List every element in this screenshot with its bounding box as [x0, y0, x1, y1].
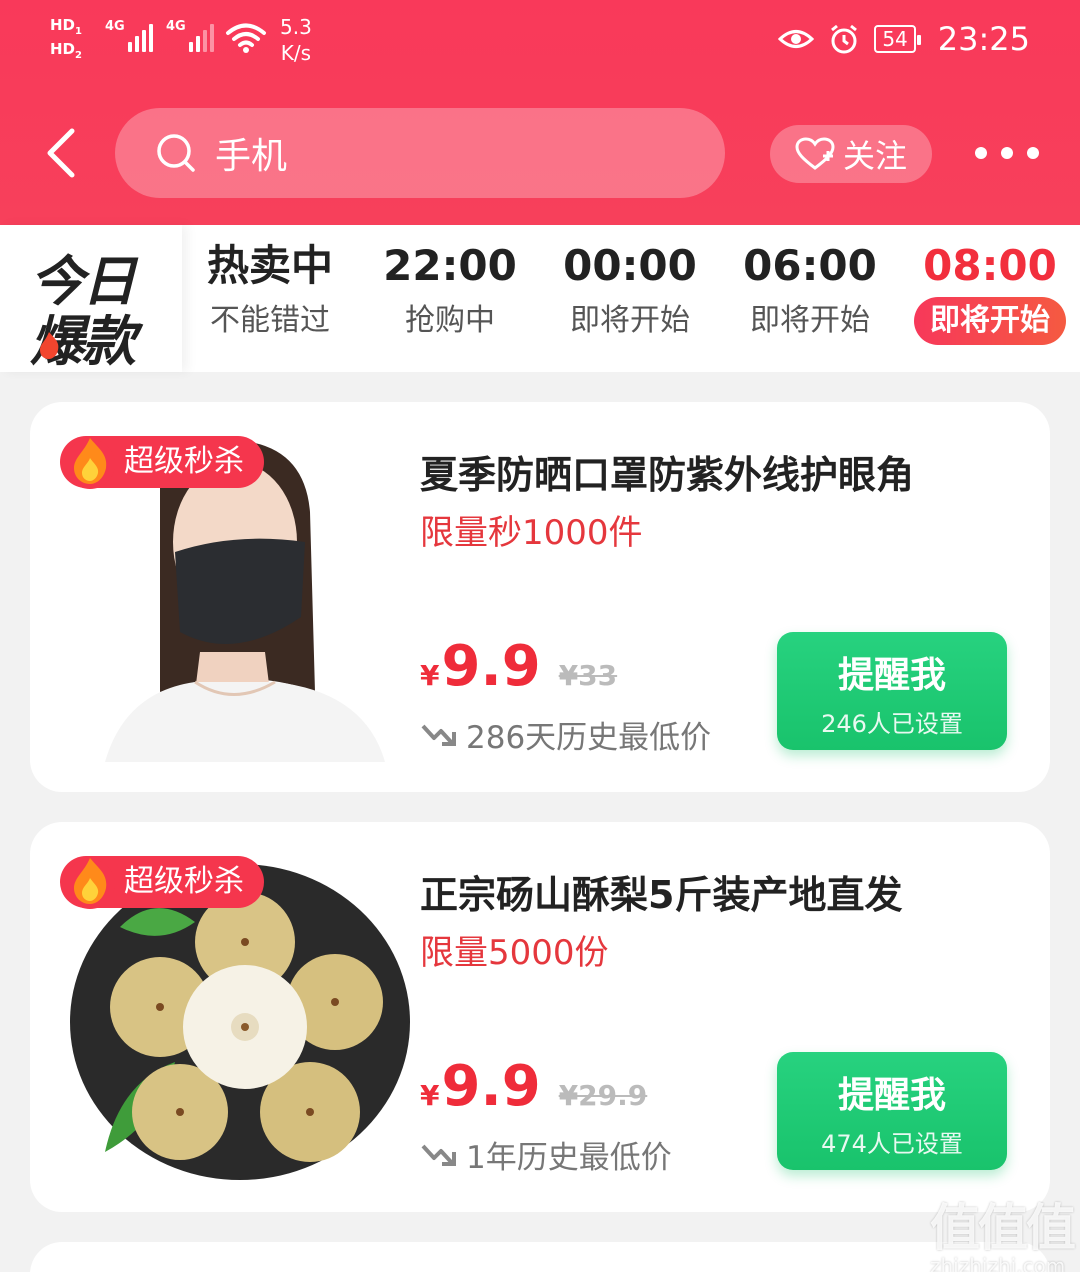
wifi-icon — [226, 23, 266, 53]
hd2-label: HD — [50, 40, 76, 58]
original-price: ¥29.9 — [558, 1079, 648, 1112]
search-icon — [157, 134, 195, 172]
fire-icon — [65, 858, 115, 909]
signal-2: 4G — [166, 18, 214, 52]
tab-0600[interactable]: 06:00 即将开始 — [725, 239, 895, 345]
currency-symbol: ¥ — [420, 1079, 440, 1112]
watermark-site: zhizhizhi.com — [930, 1254, 1066, 1272]
price-history: 1年历史最低价 — [420, 1132, 672, 1177]
price-history: 286天历史最低价 — [420, 712, 711, 757]
watermark-logo: 值值值 — [930, 1199, 1076, 1257]
flash-sale-badge: 超级秒杀 — [60, 856, 264, 909]
tab-0000[interactable]: 00:00 即将开始 — [545, 239, 715, 345]
tab-2200[interactable]: 22:00 抢购中 — [365, 239, 535, 345]
hd-indicators: HD1 HD2 — [50, 16, 82, 61]
signal-1: 4G — [105, 18, 153, 52]
follow-button[interactable]: 关注 — [770, 125, 932, 183]
back-icon[interactable] — [40, 125, 84, 181]
product-limit: 限量秒1000件 — [420, 513, 643, 553]
net1-label: 4G — [105, 19, 125, 34]
time-tabs: 今日 爆款 热卖中 不能错过 22:00 抢购中 00:00 即将开始 06:0… — [0, 225, 1080, 373]
trend-down-icon — [421, 1144, 456, 1166]
speed-value: 5.3 — [280, 15, 312, 39]
remind-me-button[interactable]: 提醒我 246人已设置 — [777, 632, 1007, 750]
follow-label: 关注 — [842, 137, 907, 175]
original-price: ¥33 — [558, 659, 618, 692]
sale-price: 9.9 — [441, 634, 541, 699]
tab-0800[interactable]: 08:00 即将开始 — [905, 239, 1075, 345]
product-card[interactable]: 超级秒杀 夏季防晒口罩防紫外线护眼角 限量秒1000件 ¥ 9.9 ¥33 28… — [30, 402, 1050, 792]
watermark: 值值值 zhizhizhi.com — [930, 1188, 1076, 1272]
tab-title: 06:00 — [743, 241, 877, 290]
clock: 23:25 — [937, 20, 1030, 58]
heart-plus-icon — [795, 137, 835, 170]
tab-title: 热卖中 — [206, 241, 333, 290]
tab-hot[interactable]: 热卖中 不能错过 — [185, 239, 355, 345]
signal-bars-icon — [188, 18, 214, 52]
search-text: 手机 — [215, 136, 288, 177]
flame-icon — [40, 332, 59, 359]
status-bar: HD1 HD2 4G 4G 5.3 K/s 54 23:25 — [0, 0, 1080, 90]
price-block: ¥ 9.9 ¥29.9 — [420, 1054, 647, 1119]
tab-subtitle: 即将开始 — [750, 303, 870, 338]
remind-count: 474人已设置 — [821, 1130, 963, 1158]
product-title: 正宗砀山酥梨5斤装产地直发 — [420, 873, 903, 917]
trend-down-icon — [421, 724, 456, 746]
product-limit: 限量5000份 — [420, 933, 609, 973]
remind-count: 246人已设置 — [821, 710, 963, 738]
badge-label: 超级秒杀 — [124, 444, 244, 479]
signal-bars-icon — [127, 18, 153, 52]
brand-logo: 今日 爆款 — [0, 225, 182, 373]
history-label: 1年历史最低价 — [466, 1140, 672, 1176]
tab-subtitle: 不能错过 — [210, 303, 330, 338]
remind-label: 提醒我 — [837, 1075, 946, 1116]
tab-subtitle: 即将开始 — [570, 303, 690, 338]
product-card[interactable]: 超级秒杀 正宗砀山酥梨5斤装产地直发 限量5000份 ¥ 9.9 ¥29.9 1… — [30, 822, 1050, 1212]
tab-title: 08:00 — [923, 241, 1057, 290]
price-block: ¥ 9.9 ¥33 — [420, 634, 617, 699]
header: HD1 HD2 4G 4G 5.3 K/s 54 23:25 手机 关注 — [0, 0, 1080, 225]
tab-subtitle: 即将开始 — [914, 297, 1066, 345]
tab-title: 22:00 — [383, 241, 517, 290]
tab-title: 00:00 — [563, 241, 697, 290]
currency-symbol: ¥ — [420, 659, 440, 692]
history-label: 286天历史最低价 — [466, 720, 712, 756]
product-title: 夏季防晒口罩防紫外线护眼角 — [420, 453, 915, 497]
search-input[interactable]: 手机 — [115, 108, 725, 198]
alarm-icon — [831, 24, 858, 54]
more-icon[interactable] — [975, 138, 1039, 168]
flash-sale-badge: 超级秒杀 — [60, 436, 264, 489]
network-speed: 5.3 K/s — [280, 14, 312, 66]
battery-indicator: 54 — [874, 25, 922, 53]
fire-icon — [65, 438, 115, 489]
remind-label: 提醒我 — [837, 655, 946, 696]
sale-price: 9.9 — [441, 1054, 541, 1119]
badge-label: 超级秒杀 — [124, 864, 244, 899]
tab-subtitle: 抢购中 — [405, 303, 495, 338]
eye-icon — [778, 30, 815, 48]
status-right: 54 23:25 — [778, 20, 1030, 58]
product-card-partial[interactable] — [30, 1242, 1050, 1272]
speed-unit: K/s — [280, 41, 312, 65]
remind-me-button[interactable]: 提醒我 474人已设置 — [777, 1052, 1007, 1170]
hd1-label: HD — [50, 16, 76, 34]
net2-label: 4G — [166, 19, 186, 34]
